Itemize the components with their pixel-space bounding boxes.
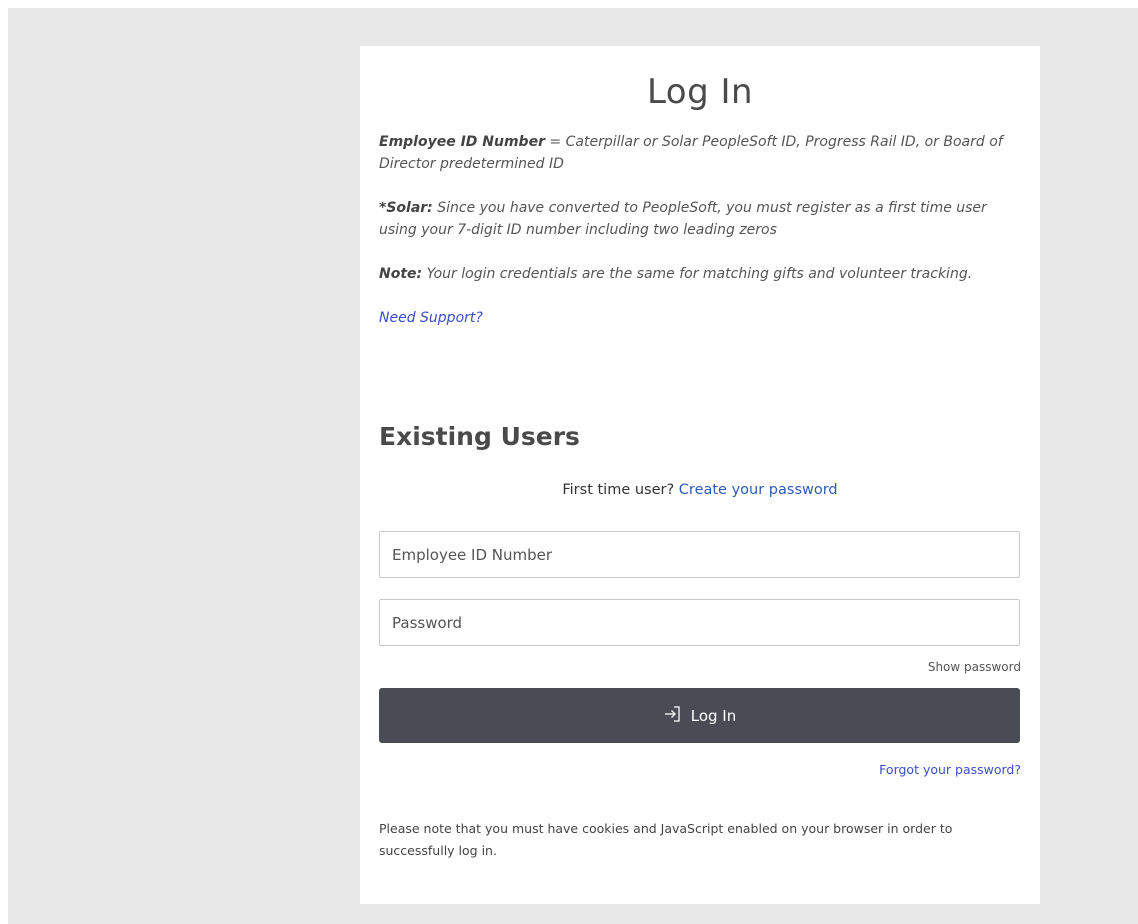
note-info-label: Note: bbox=[379, 266, 423, 282]
login-button[interactable]: Log In bbox=[379, 688, 1020, 743]
support-row: Need Support? bbox=[379, 307, 1021, 329]
login-button-label: Log In bbox=[690, 706, 737, 725]
create-password-link[interactable]: Create your password bbox=[679, 482, 838, 498]
password-input[interactable] bbox=[379, 599, 1020, 646]
note-info-text: Your login credentials are the same for … bbox=[422, 266, 973, 282]
solar-info: *Solar: Since you have converted to Peop… bbox=[379, 197, 1021, 241]
note-info: Note: Your login credentials are the sam… bbox=[379, 263, 1021, 285]
show-password-toggle[interactable]: Show password bbox=[928, 660, 1021, 674]
sign-in-icon bbox=[663, 704, 683, 728]
login-info: Employee ID Number = Caterpillar or Sola… bbox=[379, 131, 1021, 351]
first-time-user-text: First time user? bbox=[562, 482, 675, 498]
employee-id-info-label: Employee ID Number bbox=[379, 134, 545, 150]
employee-id-input[interactable] bbox=[379, 531, 1020, 578]
page-title: Log In bbox=[646, 72, 754, 112]
solar-info-text: Since you have converted to PeopleSoft, … bbox=[379, 200, 987, 238]
solar-info-label: *Solar: bbox=[379, 200, 433, 216]
first-time-user-row: First time user? Create your password bbox=[360, 482, 1040, 498]
login-card: Log In Employee ID Number = Caterpillar … bbox=[360, 46, 1040, 904]
employee-id-info: Employee ID Number = Caterpillar or Sola… bbox=[379, 131, 1021, 175]
cookies-note: Please note that you must have cookies a… bbox=[379, 821, 953, 858]
need-support-link[interactable]: Need Support? bbox=[379, 310, 483, 326]
existing-users-heading: Existing Users bbox=[379, 422, 580, 451]
forgot-password-link[interactable]: Forgot your password? bbox=[879, 762, 1021, 777]
